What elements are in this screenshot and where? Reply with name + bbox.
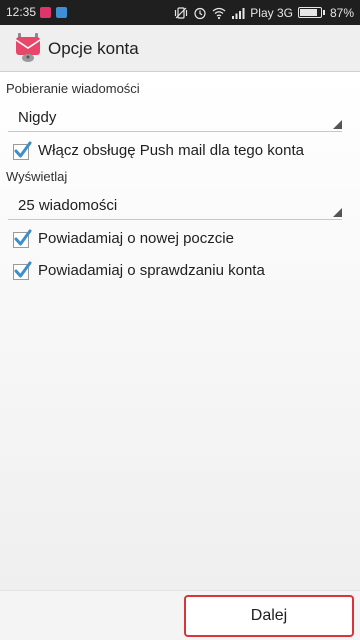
next-button[interactable]: Dalej	[184, 595, 354, 637]
k9-mail-app-icon	[15, 33, 41, 62]
notify-new-mail-label: Powiadamiaj o nowej poczcie	[38, 230, 234, 247]
battery-percent: 87%	[329, 5, 354, 20]
fetch-frequency-value: Nigdy	[18, 109, 57, 126]
action-bar: Opcje konta	[0, 25, 360, 72]
fetch-frequency-spinner[interactable]: Nigdy	[8, 102, 342, 132]
display-label: Wyświetlaj	[6, 169, 68, 184]
status-icons: Play 3G 87%	[174, 3, 354, 22]
account-options-form: Pobieranie wiadomości Nigdy Włącz obsług…	[0, 72, 360, 590]
page-title: Opcje konta	[48, 39, 139, 58]
app-notification-icon	[40, 7, 51, 18]
dropdown-arrow-icon	[333, 120, 342, 129]
notify-new-mail-checkbox[interactable]	[12, 229, 32, 249]
vibrate-icon	[175, 6, 188, 19]
display-count-value: 25 wiadomości	[18, 197, 118, 214]
wifi-icon	[212, 7, 226, 19]
bottom-button-bar: Dalej	[0, 590, 360, 640]
push-mail-label: Włącz obsługę Push mail dla tego konta	[38, 142, 304, 159]
push-mail-checkbox-row[interactable]: Włącz obsługę Push mail dla tego konta	[12, 138, 348, 164]
push-mail-checkbox[interactable]	[12, 141, 32, 161]
dropdown-arrow-icon	[333, 208, 342, 217]
notify-check-mail-checkbox[interactable]	[12, 261, 32, 281]
alarm-icon	[194, 7, 206, 19]
carrier-label: Play 3G	[250, 5, 293, 20]
fetch-mail-label: Pobieranie wiadomości	[6, 81, 140, 96]
status-bar: 12:35 Play 3G 87%	[0, 0, 360, 25]
notify-new-mail-checkbox-row[interactable]: Powiadamiaj o nowej poczcie	[12, 226, 348, 252]
status-time: 12:35	[6, 5, 37, 19]
notify-check-mail-label: Powiadamiaj o sprawdzaniu konta	[38, 262, 265, 279]
message-notification-icon	[56, 7, 67, 18]
notify-check-mail-checkbox-row[interactable]: Powiadamiaj o sprawdzaniu konta	[12, 258, 348, 284]
battery-icon	[297, 7, 325, 18]
display-count-spinner[interactable]: 25 wiadomości	[8, 190, 342, 220]
signal-icon	[232, 7, 245, 19]
